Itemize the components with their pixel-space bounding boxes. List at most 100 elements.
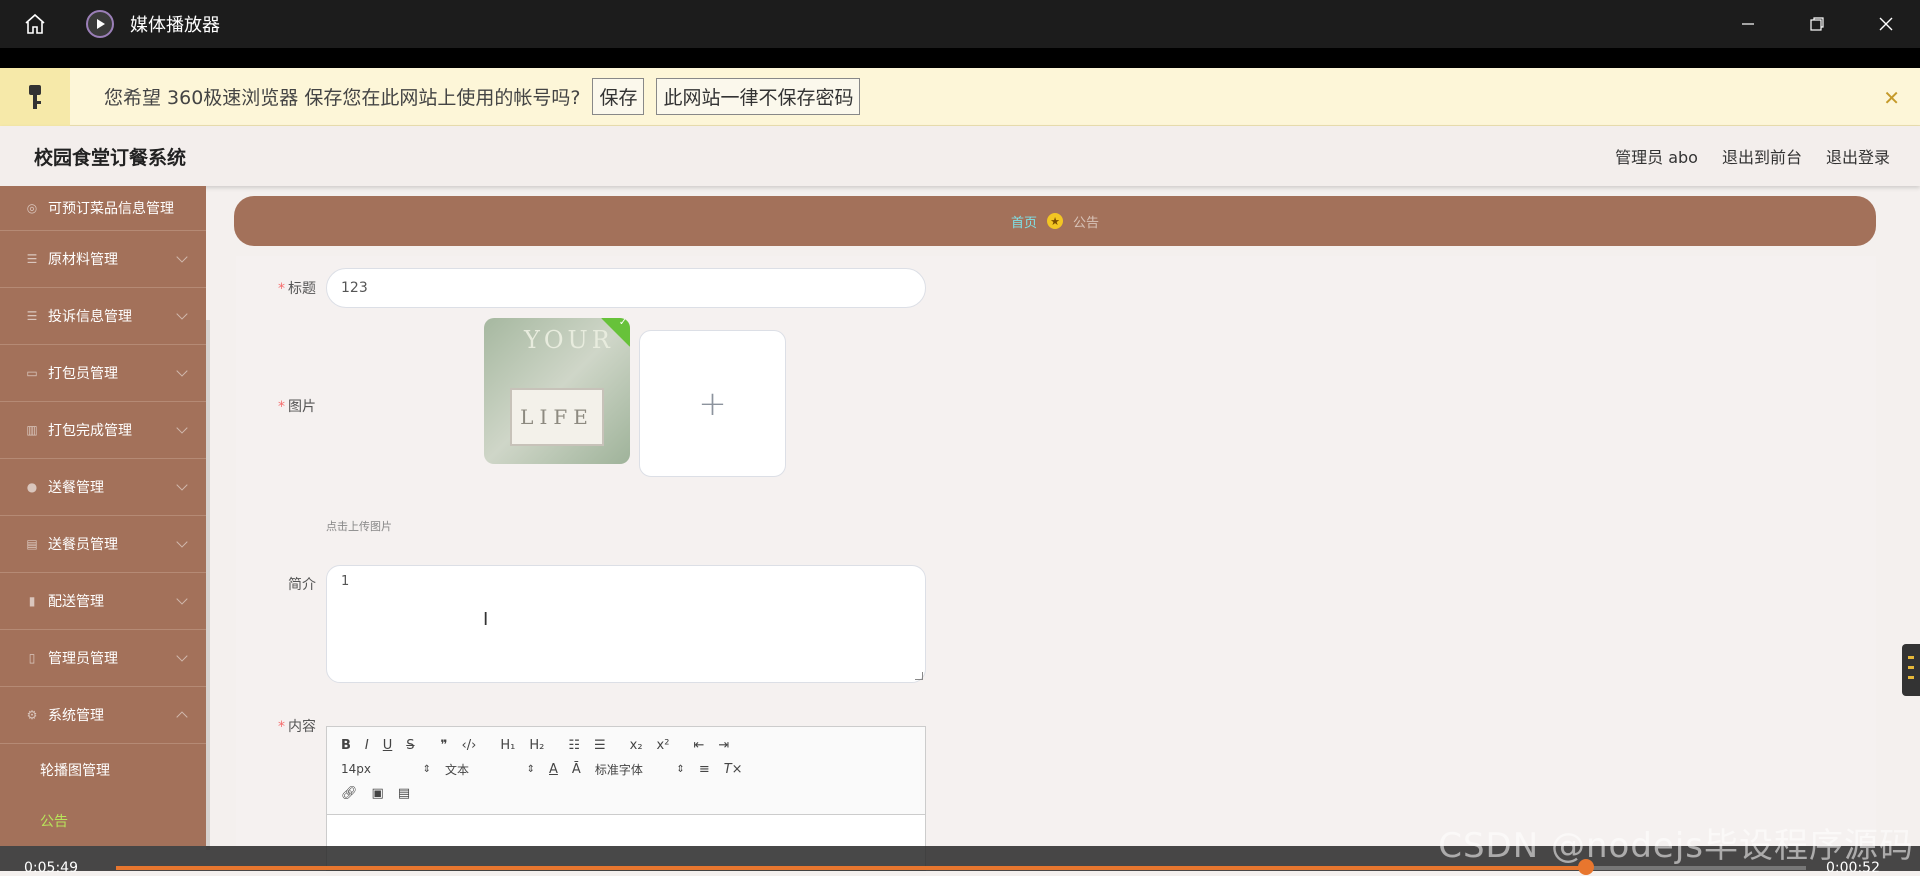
close-window-button[interactable] xyxy=(1851,0,1920,48)
sidebar-item-couriers[interactable]: ▤ 送餐员管理 xyxy=(0,516,206,573)
sidebar-item-label: 送餐员管理 xyxy=(48,537,118,553)
chevron-down-icon xyxy=(176,422,188,434)
minimize-button[interactable] xyxy=(1713,0,1782,48)
page-scroll-indicator[interactable] xyxy=(1902,644,1920,696)
required-mark: * xyxy=(278,719,285,735)
video-icon[interactable]: ▤ xyxy=(398,786,410,801)
plus-icon: + xyxy=(698,383,727,424)
gear-icon: ⚙ xyxy=(26,708,38,722)
sidebar-item-dispatch[interactable]: ▮ 配送管理 xyxy=(0,573,206,630)
blockquote-icon[interactable]: ❞ xyxy=(441,738,448,753)
ordered-list-icon[interactable]: ☷ xyxy=(568,738,580,753)
title-field-label: * 标题 xyxy=(278,281,316,297)
close-password-bar-icon[interactable]: ✕ xyxy=(1883,86,1900,110)
sidebar-item-complaints[interactable]: ☰ 投诉信息管理 xyxy=(0,288,206,345)
chevron-down-icon xyxy=(176,593,188,605)
sidebar-item-label: 送餐管理 xyxy=(48,480,104,496)
chevron-down-icon xyxy=(176,650,188,662)
window-controls xyxy=(1713,0,1920,48)
indent-icon[interactable]: ⇥ xyxy=(718,738,729,753)
chevron-down-icon xyxy=(176,308,188,320)
sidebar-subitem-notice[interactable]: 公告 xyxy=(0,795,206,846)
chevron-down-icon xyxy=(176,479,188,491)
logout-link[interactable]: 退出登录 xyxy=(1826,144,1890,168)
sidebar-item-label: 配送管理 xyxy=(48,594,104,610)
check-icon: ✓ xyxy=(618,318,628,328)
bullet-list-icon[interactable]: ☰ xyxy=(594,738,606,753)
mic-icon: ▯ xyxy=(28,651,36,665)
link-icon[interactable]: 🔗︎ xyxy=(341,786,358,801)
sidebar-item-delivery[interactable]: ● 送餐管理 xyxy=(0,459,206,516)
password-save-bar: 您希望 360极速浏览器 保存您在此网站上使用的帐号吗? 保存 此网站一律不保存… xyxy=(0,67,1920,126)
block-type-select[interactable]: 文本 xyxy=(445,761,535,778)
sidebar-item-system[interactable]: ⚙ 系统管理 xyxy=(0,687,206,744)
thumbnail-card-text: LIFE xyxy=(510,388,604,446)
uploaded-image-thumbnail[interactable]: YOUR LIFE ✓ xyxy=(484,318,630,464)
minimize-icon xyxy=(1741,23,1754,25)
chevron-down-icon xyxy=(176,251,188,263)
font-color-icon[interactable]: A xyxy=(549,762,558,777)
restore-button[interactable] xyxy=(1782,0,1851,48)
sidebar-item-packing-done[interactable]: ▥ 打包完成管理 xyxy=(0,402,206,459)
italic-icon[interactable]: I xyxy=(365,738,369,753)
save-password-button[interactable]: 保存 xyxy=(592,78,645,115)
heading2-icon[interactable]: H₂ xyxy=(529,738,544,753)
scroll-mark xyxy=(1908,676,1914,679)
sidebar-item-admins[interactable]: ▯ 管理员管理 xyxy=(0,630,206,687)
thumbnail-text-top: YOUR xyxy=(524,326,614,354)
heading1-icon[interactable]: H₁ xyxy=(500,738,515,753)
code-block-icon[interactable]: ‹/› xyxy=(462,738,477,753)
exit-to-front-link[interactable]: 退出到前台 xyxy=(1722,144,1802,168)
scroll-mark xyxy=(1908,666,1914,669)
sidebar-item-packers[interactable]: ▭ 打包员管理 xyxy=(0,345,206,402)
bold-icon[interactable]: B xyxy=(341,738,351,753)
subscript-icon[interactable]: x₂ xyxy=(630,738,643,753)
breadcrumb-current: 公告 xyxy=(1073,215,1100,231)
strikethrough-icon[interactable]: S xyxy=(406,738,414,753)
header-nav: 管理员 abo 退出到前台 退出登录 xyxy=(1615,126,1890,186)
image-upload-button[interactable]: + xyxy=(639,330,786,477)
toolbar-row-insert: 🔗︎ ▣ ▤ xyxy=(341,781,911,805)
summary-field-label: 简介 xyxy=(288,577,316,593)
sidebar-item-label: 原材料管理 xyxy=(48,252,118,268)
sidebar-item-dish-booking[interactable]: ◎ 可预订菜品信息管理 xyxy=(0,186,206,231)
chevron-down-icon xyxy=(176,365,188,377)
image-field-label: * 图片 xyxy=(278,399,316,415)
resize-handle[interactable] xyxy=(915,672,923,680)
breadcrumb: 首页 ★ 公告 xyxy=(234,196,1876,246)
building-icon: ▥ xyxy=(26,423,38,437)
home-button[interactable] xyxy=(0,0,70,48)
watermark: CSDN @nodejs毕设程序源码 xyxy=(1438,826,1914,866)
seek-bar-fill xyxy=(116,866,1587,870)
image-icon[interactable]: ▣ xyxy=(372,786,384,801)
close-icon xyxy=(1879,17,1892,31)
superscript-icon[interactable]: x² xyxy=(657,738,670,753)
never-save-password-button[interactable]: 此网站一律不保存密码 xyxy=(656,78,861,115)
font-family-select[interactable]: 标准字体 xyxy=(595,761,685,778)
sidebar-subitem-carousel[interactable]: 轮播图管理 xyxy=(0,744,206,795)
editor-toolbar: B I U S ❞ ‹/› H₁ H₂ ☷ ☰ x₂ x² ⇤ ⇥ 14px 文… xyxy=(327,727,925,815)
text-cursor-icon: I xyxy=(483,609,489,630)
background-color-icon[interactable]: Ā xyxy=(572,762,581,777)
home-icon xyxy=(25,13,45,34)
list-icon: ☰ xyxy=(26,252,38,266)
app-brand: 校园食堂订餐系统 xyxy=(34,146,187,169)
window-title: 媒体播放器 xyxy=(130,15,220,36)
breadcrumb-home-link[interactable]: 首页 xyxy=(1011,212,1037,231)
admin-user-label: 管理员 abo xyxy=(1615,148,1698,167)
summary-textarea[interactable]: 1 xyxy=(326,565,926,683)
underline-icon[interactable]: U xyxy=(383,738,393,753)
app-header: 校园食堂订餐系统 管理员 abo 退出到前台 退出登录 xyxy=(0,126,1920,186)
sidebar-item-label: 打包员管理 xyxy=(48,366,118,382)
star-icon: ★ xyxy=(1047,213,1063,229)
id-card-icon: ▭ xyxy=(26,366,38,380)
clear-format-icon[interactable]: T× xyxy=(724,762,743,777)
sidebar-scrollbar[interactable] xyxy=(206,320,210,850)
font-size-select[interactable]: 14px xyxy=(341,762,431,776)
align-icon[interactable]: ≡ xyxy=(699,762,710,777)
outdent-icon[interactable]: ⇤ xyxy=(693,738,704,753)
sidebar-item-raw-materials[interactable]: ☰ 原材料管理 xyxy=(0,231,206,288)
scroll-mark xyxy=(1908,656,1914,659)
password-prompt-message: 您希望 360极速浏览器 保存您在此网站上使用的帐号吗? xyxy=(104,87,581,109)
title-input[interactable]: 123 xyxy=(326,268,926,308)
